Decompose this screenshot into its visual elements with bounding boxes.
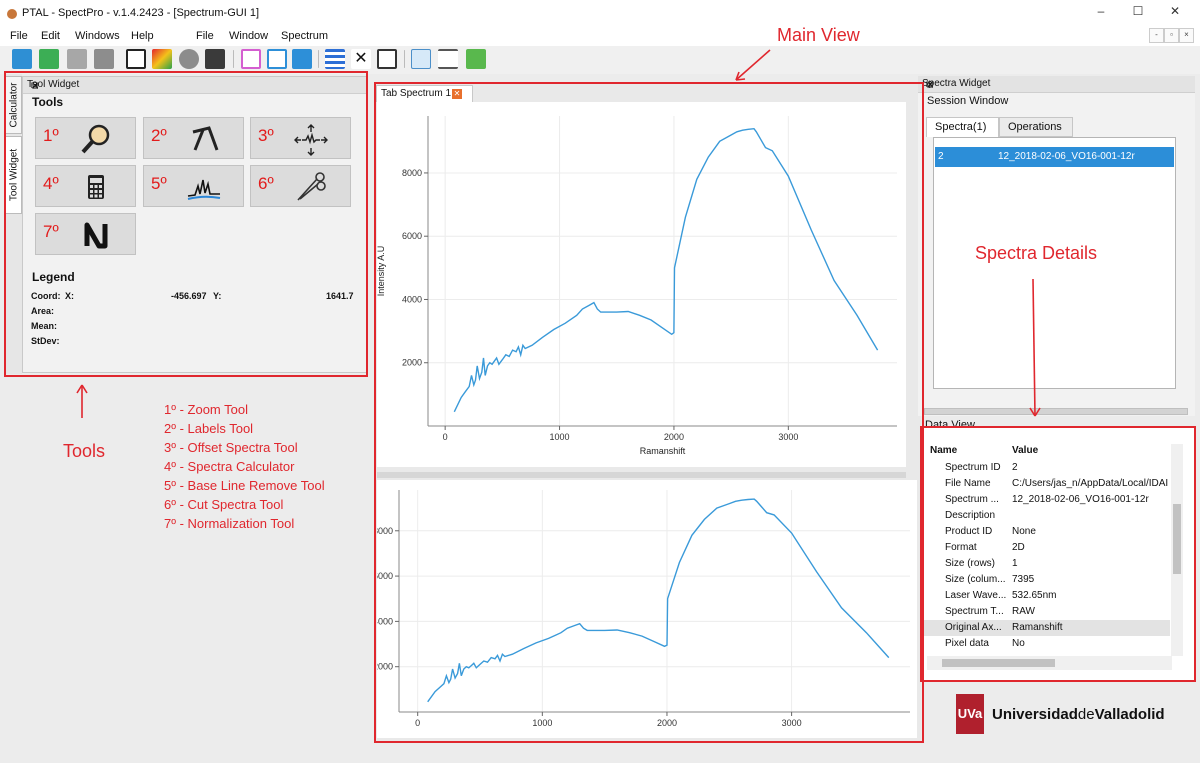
- spectra-details-arrow: [1032, 278, 1036, 417]
- main-view-arrow: [735, 49, 771, 81]
- annotation-arrows: [76, 49, 1041, 418]
